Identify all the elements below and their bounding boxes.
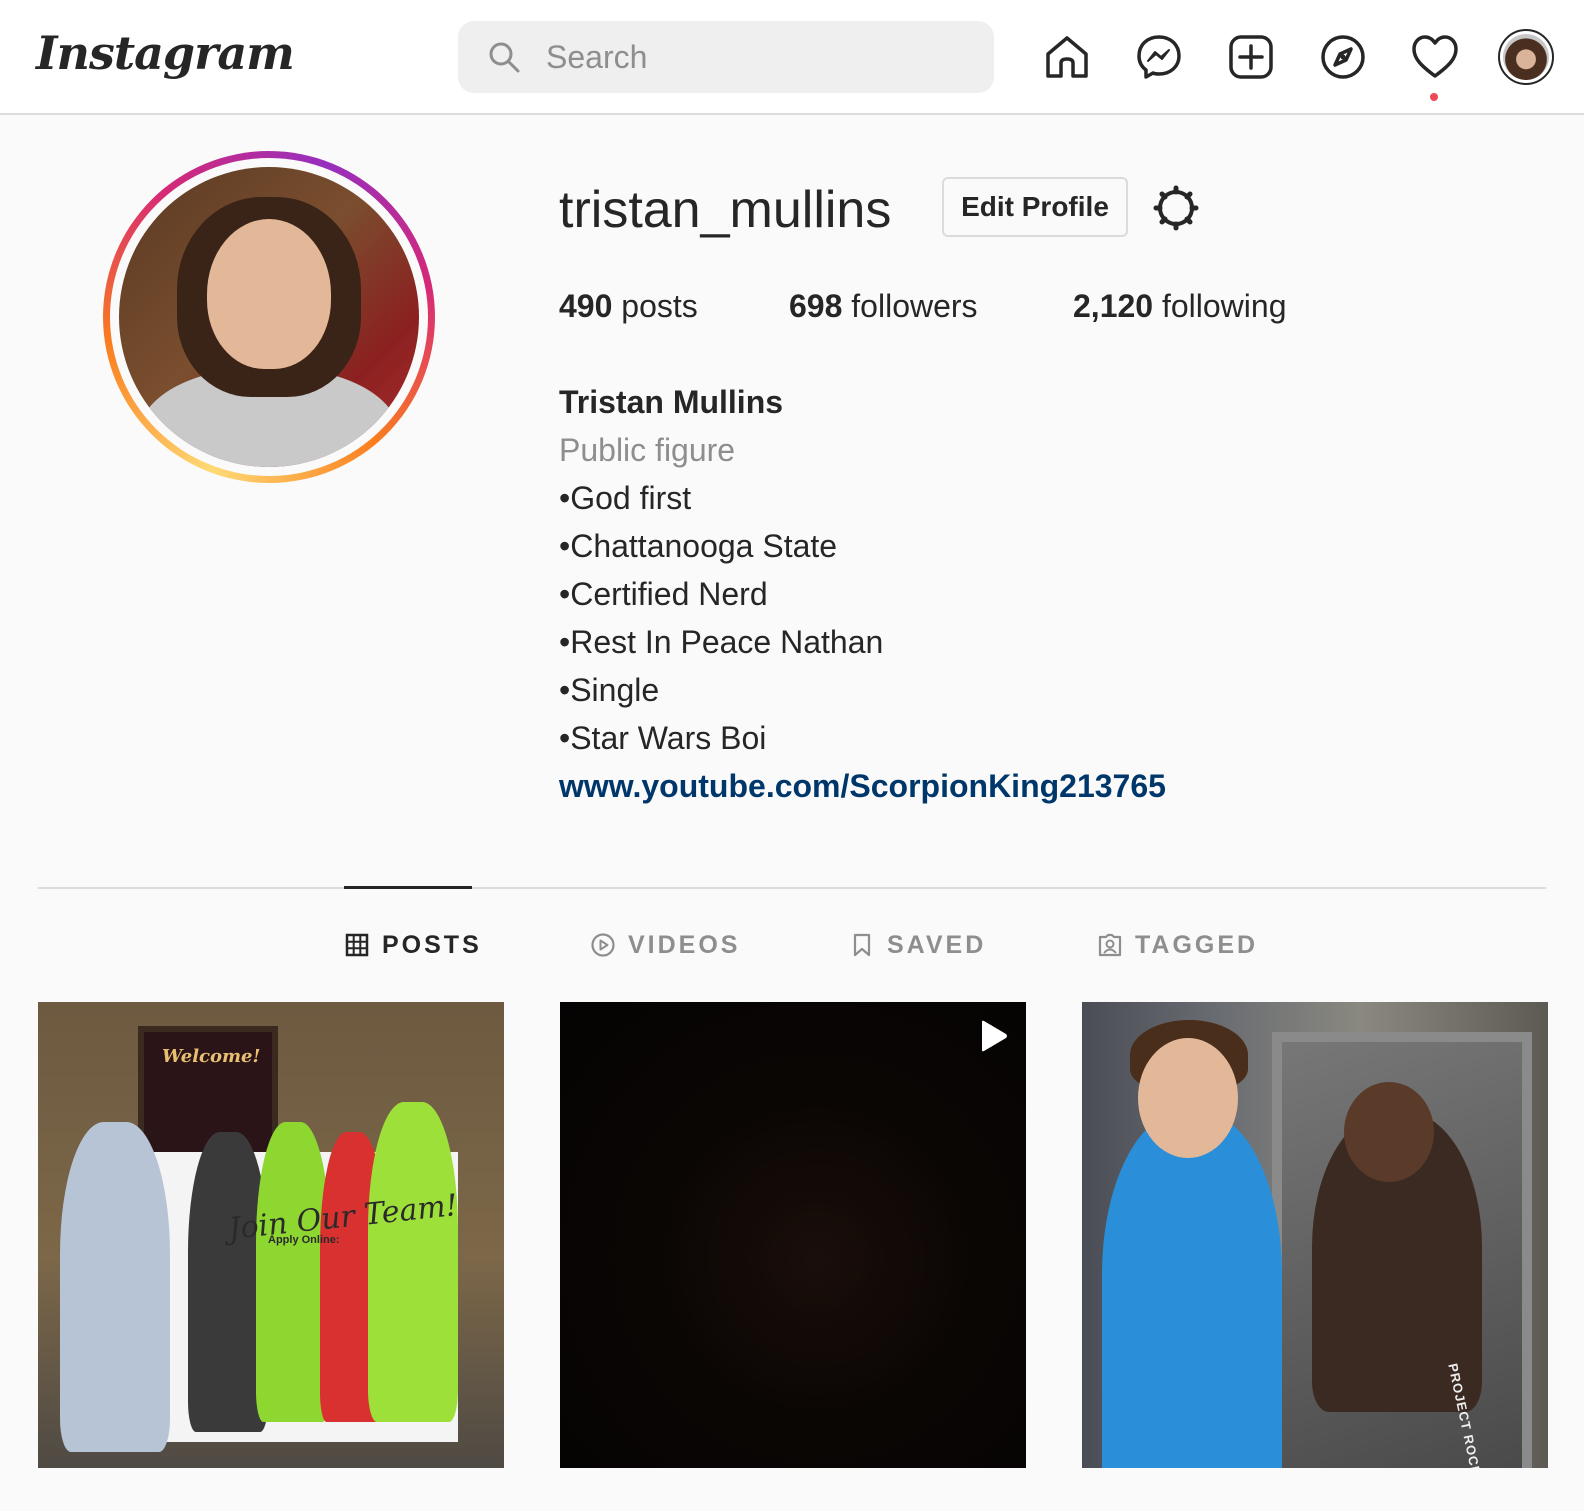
bio-line: •Certified Nerd xyxy=(559,576,768,612)
face-shape xyxy=(1138,1038,1238,1158)
search-icon xyxy=(489,42,520,73)
post-thumbnail-2[interactable] xyxy=(560,1002,1026,1468)
bio-website-link[interactable]: www.youtube.com/ScorpionKing213765 xyxy=(559,768,1166,804)
active-tab-indicator xyxy=(344,886,472,889)
person-shape xyxy=(1102,1112,1282,1468)
bio-line: •Star Wars Boi xyxy=(559,720,767,756)
profile-bio: Tristan Mullins Public figure •God first… xyxy=(559,378,1166,810)
full-name: Tristan Mullins xyxy=(559,384,784,420)
messenger-icon[interactable] xyxy=(1134,32,1184,82)
new-post-icon[interactable] xyxy=(1226,32,1276,82)
followers-label: followers xyxy=(851,288,978,324)
avatar-photo xyxy=(1503,34,1549,80)
profile-avatar[interactable] xyxy=(1498,29,1554,85)
instagram-logo[interactable]: Instagram xyxy=(36,26,295,80)
post-thumbnail-1[interactable]: Welcome! Join Our Team! Apply Online: xyxy=(38,1002,504,1468)
play-circle-icon xyxy=(591,933,615,957)
tab-tagged[interactable]: TAGGED xyxy=(1097,925,1258,965)
bio-line: •Chattanooga State xyxy=(559,528,838,564)
post-thumbnail-3[interactable]: PROJECT ROCK COLLEC xyxy=(1082,1002,1548,1468)
tab-videos[interactable]: VIDEOS xyxy=(590,925,740,965)
bookmark-icon xyxy=(853,933,871,957)
search-input[interactable] xyxy=(546,35,966,79)
profile-username: tristan_mullins xyxy=(559,181,892,239)
profile-picture xyxy=(119,167,419,467)
person-shape xyxy=(60,1122,170,1452)
following-stat[interactable]: 2,120 following xyxy=(1073,288,1286,325)
story-ring[interactable] xyxy=(103,151,435,483)
activity-heart-icon[interactable] xyxy=(1410,32,1460,82)
profile-category: Public figure xyxy=(559,432,736,468)
home-icon[interactable] xyxy=(1042,32,1092,82)
settings-gear-icon[interactable] xyxy=(1152,184,1200,232)
tab-saved[interactable]: SAVED xyxy=(849,925,986,965)
tab-posts[interactable]: POSTS xyxy=(344,925,482,965)
notification-dot xyxy=(1430,93,1438,101)
bio-line: •Single xyxy=(559,672,660,708)
bio-line: •God first xyxy=(559,480,692,516)
top-navigation-bar: Instagram xyxy=(0,0,1584,115)
welcome-sign-text: Welcome! xyxy=(162,1046,261,1067)
grid-icon xyxy=(345,933,369,957)
person-shape xyxy=(368,1102,458,1422)
poster-head xyxy=(1344,1082,1434,1182)
tab-label: VIDEOS xyxy=(628,930,741,959)
search-box[interactable] xyxy=(458,21,994,93)
tab-label: TAGGED xyxy=(1135,930,1259,959)
following-count: 2,120 xyxy=(1073,288,1154,324)
posts-count: 490 xyxy=(559,288,613,324)
person-shape xyxy=(256,1122,330,1422)
video-play-icon xyxy=(982,1020,1007,1052)
tab-label: SAVED xyxy=(887,930,987,959)
tagged-user-icon xyxy=(1098,933,1122,957)
followers-count: 698 xyxy=(789,288,843,324)
tab-label: POSTS xyxy=(382,930,482,959)
bio-line: •Rest In Peace Nathan xyxy=(559,624,884,660)
following-label: following xyxy=(1161,288,1287,324)
tabs-divider xyxy=(38,887,1546,889)
posts-stat: 490 posts xyxy=(559,288,698,325)
followers-stat[interactable]: 698 followers xyxy=(789,288,978,325)
explore-icon[interactable] xyxy=(1318,32,1368,82)
apply-online-text: Apply Online: xyxy=(268,1234,340,1246)
edit-profile-button[interactable]: Edit Profile xyxy=(942,177,1128,237)
posts-label: posts xyxy=(621,288,698,324)
face-shape xyxy=(207,219,331,369)
